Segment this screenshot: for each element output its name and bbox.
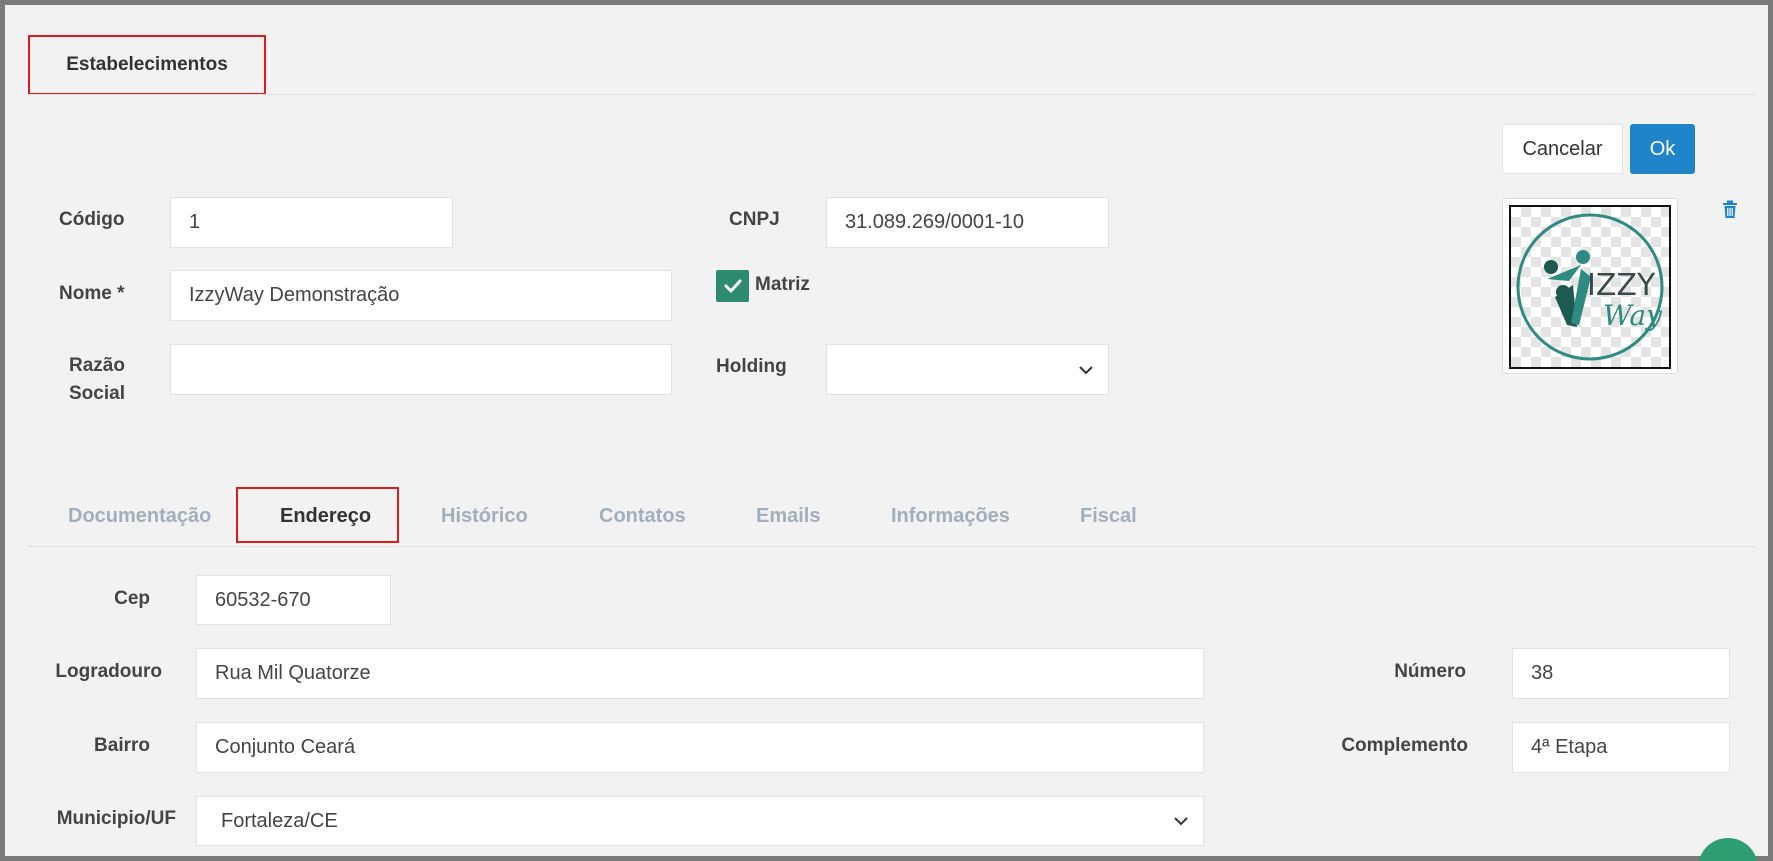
tab-informacoes[interactable]: Informações — [891, 502, 1010, 530]
numero-input[interactable] — [1512, 648, 1730, 699]
page-title-tab[interactable]: Estabelecimentos — [28, 35, 266, 95]
cnpj-label: CNPJ — [729, 209, 780, 230]
logradouro-label: Logradouro — [55, 661, 162, 682]
logo-image: IZZY Way — [1509, 205, 1671, 369]
izzyway-logo: IZZY Way — [1516, 213, 1664, 361]
logo-upload[interactable]: IZZY Way — [1502, 198, 1678, 374]
bairro-label: Bairro — [94, 735, 150, 756]
logo-text-bottom: Way — [1603, 299, 1663, 332]
razao-social-label: Razão Social — [64, 352, 130, 408]
page-title: Estabelecimentos — [66, 54, 228, 75]
matriz-label: Matriz — [755, 274, 810, 295]
numero-label: Número — [1394, 661, 1466, 682]
municipio-label: Municipio/UF — [56, 808, 176, 829]
complemento-label: Complemento — [1341, 735, 1468, 756]
holding-select[interactable] — [826, 344, 1109, 395]
municipio-select-value: Fortaleza/CE — [221, 809, 338, 832]
cancel-button[interactable]: Cancelar — [1502, 124, 1623, 174]
check-icon — [724, 279, 741, 293]
cep-input[interactable] — [196, 575, 391, 625]
nome-label: Nome * — [59, 283, 125, 304]
cep-label: Cep — [114, 588, 150, 609]
holding-label: Holding — [716, 356, 787, 377]
razao-social-input[interactable] — [170, 344, 672, 395]
tab-fiscal[interactable]: Fiscal — [1080, 502, 1137, 530]
bairro-input[interactable] — [196, 722, 1204, 773]
matriz-checkbox[interactable] — [716, 270, 749, 302]
tabs-divider — [28, 546, 1755, 547]
cnpj-input[interactable] — [826, 197, 1109, 248]
modal-stage: Estabelecimentos Cancelar Ok Código Nome… — [0, 0, 1773, 861]
ok-button[interactable]: Ok — [1630, 124, 1695, 174]
codigo-label: Código — [59, 209, 125, 230]
trash-icon[interactable] — [1722, 200, 1738, 219]
tab-historico[interactable]: Histórico — [441, 502, 528, 530]
complemento-input[interactable] — [1512, 722, 1730, 773]
tab-endereco[interactable]: Endereço — [280, 502, 371, 530]
chevron-down-icon — [1079, 365, 1093, 374]
tab-emails[interactable]: Emails — [756, 502, 820, 530]
municipio-select[interactable]: Fortaleza/CE — [196, 796, 1204, 846]
razao-social-label-line2: Social — [69, 383, 125, 404]
razao-social-label-line1: Razão — [69, 355, 125, 376]
chevron-down-icon — [1174, 817, 1188, 826]
tab-contatos[interactable]: Contatos — [599, 502, 686, 530]
codigo-input[interactable] — [170, 197, 453, 248]
logradouro-input[interactable] — [196, 648, 1204, 699]
nome-input[interactable] — [170, 270, 672, 321]
header-divider — [28, 94, 1755, 95]
tab-documentacao[interactable]: Documentação — [68, 502, 211, 530]
logo-text-top: IZZY — [1587, 268, 1656, 303]
